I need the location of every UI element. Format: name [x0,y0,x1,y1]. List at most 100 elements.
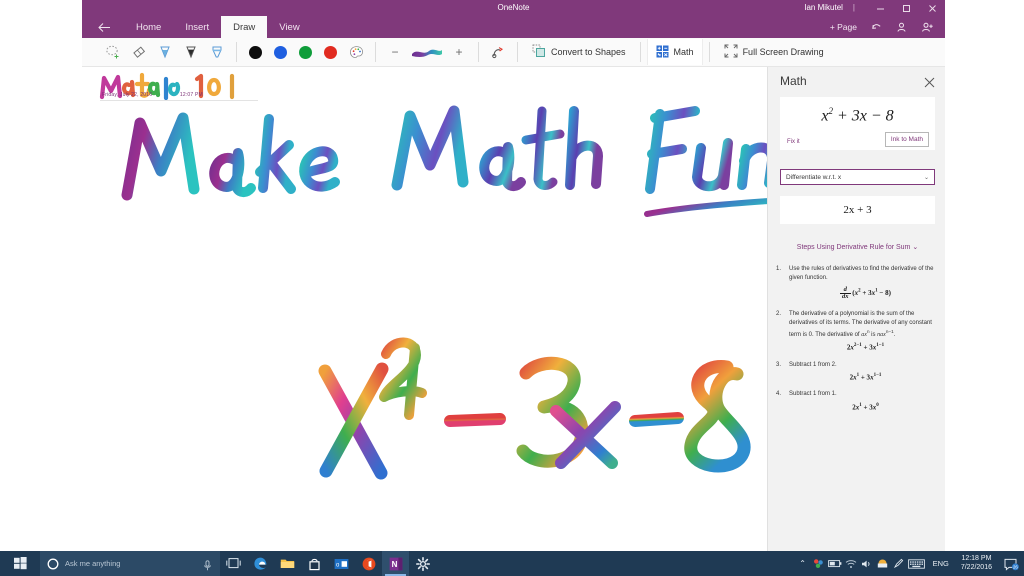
microphone-icon[interactable] [203,558,212,576]
account-name[interactable]: Ian Mikutel [804,0,853,16]
office-icon[interactable] [355,551,382,576]
search-placeholder: Ask me anything [65,559,121,568]
add-user-button[interactable] [914,16,941,38]
math-icon [656,45,669,60]
pen-tray-icon[interactable] [891,551,907,576]
step-number: 3. [776,361,782,368]
language-indicator[interactable]: ENG [927,559,955,568]
highlighter-icon[interactable] [204,39,230,65]
tab-view[interactable]: View [267,16,311,38]
step-text: Use the rules of derivatives to find the… [789,266,934,282]
thickness-increase-button[interactable]: + [446,39,472,65]
ink-equation [318,337,751,480]
minimize-button[interactable] [867,0,893,16]
mail-icon[interactable]: o [328,551,355,576]
undo-button[interactable] [864,16,889,38]
math-pane: Math x2 + 3x − 8 Fix it Ink to Math Diff… [767,67,945,551]
tab-draw[interactable]: Draw [221,16,268,38]
start-button[interactable] [0,551,40,576]
ink-to-math-button[interactable]: Ink to Math [884,132,929,147]
color-black[interactable] [249,45,262,59]
back-arrow-icon[interactable] [90,16,118,38]
step-number: 2. [776,310,782,317]
action-center-button[interactable]: 26 [998,551,1024,576]
fix-it-link[interactable]: Fix it [787,139,800,145]
settings-icon[interactable] [409,551,436,576]
add-page-button[interactable]: + Page [823,16,864,38]
show-hidden-icons-button[interactable]: ⌃ [795,551,811,576]
tab-insert[interactable]: Insert [173,16,221,38]
full-screen-drawing-label: Full Screen Drawing [742,47,824,57]
store-icon[interactable] [301,551,328,576]
draw-toolbar: − + Convert to Shapes Math Full Screen D… [82,38,945,67]
onenote-icon[interactable]: N [382,551,409,576]
volume-icon[interactable] [859,551,875,576]
file-explorer-icon[interactable] [274,551,301,576]
ink-preview[interactable] [408,39,446,65]
ink-layer [99,72,767,480]
title-separator: | [852,3,855,12]
cortana-icon [47,558,59,570]
touch-keyboard-icon[interactable] [907,551,927,576]
thickness-decrease-button[interactable]: − [382,39,408,65]
step-text: The derivative of a polynomial is the su… [789,310,932,339]
equation-card: x2 + 3x − 8 Fix it Ink to Math [780,97,935,150]
taskbar: Ask me anything o N ⌃ ENG 12:18 PM 7/22/… [0,551,1024,576]
math-button[interactable]: Math [646,39,703,65]
math-steps-list: 1. Use the rules of derivatives to find … [776,265,942,420]
onenote-window: OneNote Ian Mikutel | Home Insert Draw V… [82,0,945,551]
step-math: 2x2−1 + 3x1−1 [846,343,885,352]
tool-group-colors [243,38,369,67]
step-body: The derivative of a polynomial is the su… [789,310,942,352]
sunset-icon[interactable] [875,551,891,576]
math-action-select[interactable]: Differentiate w.r.t. x ⌄ [780,169,935,185]
onedrive-sync-icon[interactable] [811,551,827,576]
wifi-icon[interactable] [843,551,859,576]
maximize-restore-button[interactable] [893,0,919,16]
recognized-equation: x2 + 3x − 8 [780,106,935,125]
search-input[interactable]: Ask me anything [40,551,220,576]
step-number: 4. [776,391,782,398]
desktop-left-margin [0,0,82,551]
note-canvas[interactable]: Friday, July 22, 2016 12:07 PM [82,67,767,551]
color-red[interactable] [324,45,337,59]
edge-icon[interactable] [247,551,274,576]
ink-replay-icon[interactable] [485,39,511,65]
step-number: 1. [776,266,782,272]
color-green[interactable] [299,45,312,59]
eraser-icon[interactable] [126,39,152,65]
convert-to-shapes-button[interactable]: Convert to Shapes [524,39,634,65]
pencil-icon[interactable] [178,39,204,65]
chevron-down-icon: ⌄ [923,174,929,181]
svg-text:N: N [391,560,397,569]
math-step: 1. Use the rules of derivatives to find … [776,265,942,301]
steps-expander[interactable]: Steps Using Derivative Rule for Sum ⌄ [780,243,935,251]
math-step: 4. Subtract 1 from 1. 2x1 + 3x0 [776,390,942,411]
step-body: Subtract 1 from 1. 2x1 + 3x0 [789,390,942,411]
notification-count: 26 [1012,564,1017,569]
close-button[interactable] [919,0,945,16]
page-controls: + Page [823,16,941,38]
task-view-icon[interactable] [220,551,247,576]
battery-icon[interactable] [827,551,843,576]
close-icon[interactable] [922,75,936,89]
math-action-value: Differentiate w.r.t. x [786,173,842,181]
full-screen-drawing-button[interactable]: Full Screen Drawing [716,39,832,65]
math-pane-header: Math [768,67,945,97]
clock[interactable]: 12:18 PM 7/22/2016 [955,555,998,573]
pen-icon[interactable] [152,39,178,65]
note-date: Friday, July 22, 2016 [102,92,153,98]
tool-group-thickness: − + [382,38,472,67]
equation-rest: + 3x − 8 [836,107,894,125]
tab-home[interactable]: Home [124,16,173,38]
toolbar-divider-2 [375,42,376,62]
lasso-select-icon[interactable] [100,39,126,65]
color-palette-icon[interactable] [343,39,369,65]
math-step: 2. The derivative of a polynomial is the… [776,310,942,352]
toolbar-divider-4 [517,42,518,62]
color-blue[interactable] [274,45,287,59]
ribbon-tabs: Home Insert Draw View [124,16,312,38]
step-math: d dx (x2 + 3x1 − 8) [789,286,942,301]
toolbar-divider-6 [708,42,710,62]
share-user-button[interactable] [889,16,914,38]
